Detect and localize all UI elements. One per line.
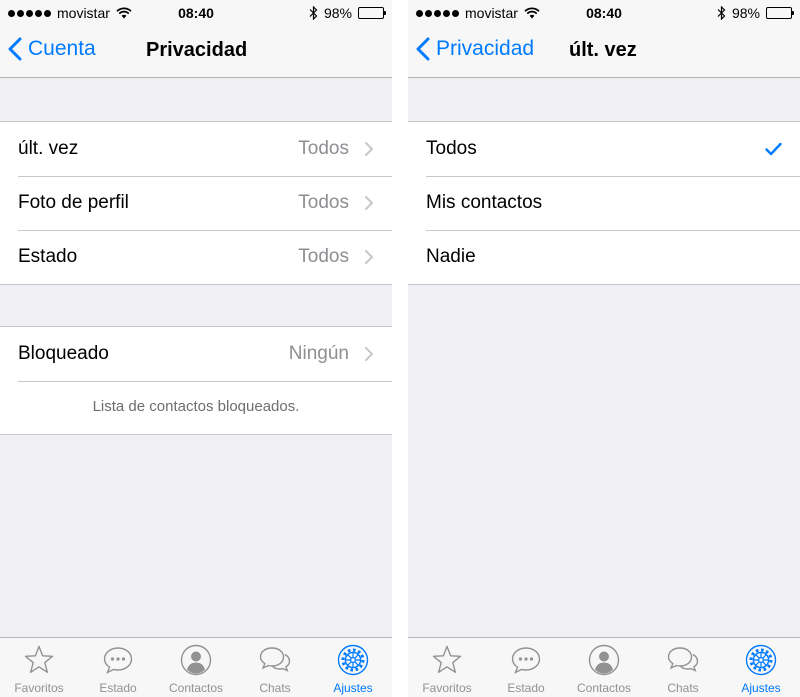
row-value: Ningún bbox=[288, 343, 349, 364]
last-seen-screen: movistar 08:40 98% Privacidad últ. vez T… bbox=[408, 0, 800, 697]
footnote-text: Lista de contactos bloqueados. bbox=[92, 398, 300, 415]
battery-percent: 98% bbox=[731, 5, 760, 21]
tab-label: Chats bbox=[667, 681, 699, 695]
chevron-left-icon bbox=[8, 37, 22, 61]
tab-chats[interactable]: Chats bbox=[644, 638, 722, 697]
back-button[interactable]: Privacidad bbox=[416, 37, 534, 61]
row-value: Todos bbox=[298, 246, 349, 267]
back-button[interactable]: Cuenta bbox=[8, 37, 96, 61]
tab-favorites[interactable]: Favoritos bbox=[408, 638, 486, 697]
tab-label: Estado bbox=[99, 681, 137, 695]
speech-bubble-icon bbox=[511, 647, 541, 674]
person-icon bbox=[588, 644, 620, 676]
row-value: Todos bbox=[298, 192, 349, 213]
option-label: Nadie bbox=[426, 246, 476, 267]
star-icon bbox=[432, 645, 462, 673]
row-label: Estado bbox=[18, 246, 78, 267]
tab-label: Ajustes bbox=[741, 681, 781, 695]
privacy-screen: movistar 08:40 98% Cuenta Privacidad últ… bbox=[0, 0, 392, 697]
tab-label: Favoritos bbox=[14, 681, 64, 695]
page-title: últ. vez bbox=[569, 39, 637, 61]
chevron-right-icon bbox=[365, 142, 373, 156]
screen-divider bbox=[392, 0, 408, 697]
tab-label: Ajustes bbox=[333, 681, 373, 695]
status-row[interactable]: Estado Todos bbox=[0, 230, 392, 284]
speech-bubble-icon bbox=[103, 647, 133, 674]
checkmark-icon bbox=[765, 142, 782, 156]
blocked-group: Bloqueado Ningún Lista de contactos bloq… bbox=[0, 326, 392, 435]
tab-bar: Favoritos Estado Contactos Chats Ajustes bbox=[0, 637, 392, 697]
tab-status[interactable]: Estado bbox=[79, 638, 157, 697]
chat-bubbles-icon bbox=[259, 647, 291, 672]
chevron-right-icon bbox=[365, 347, 373, 361]
tab-status[interactable]: Estado bbox=[487, 638, 565, 697]
option-everyone[interactable]: Todos bbox=[408, 122, 800, 176]
battery-group: 98% bbox=[717, 5, 794, 21]
blocked-row[interactable]: Bloqueado Ningún bbox=[0, 327, 392, 381]
blocked-footnote: Lista de contactos bloqueados. bbox=[0, 381, 392, 434]
option-nobody[interactable]: Nadie bbox=[408, 230, 800, 284]
star-icon bbox=[24, 645, 54, 673]
tab-settings[interactable]: Ajustes bbox=[722, 638, 800, 697]
status-bar: movistar 08:40 98% bbox=[0, 0, 392, 26]
tab-chats[interactable]: Chats bbox=[236, 638, 314, 697]
tab-favorites[interactable]: Favoritos bbox=[0, 638, 78, 697]
battery-icon bbox=[766, 7, 794, 19]
tab-label: Favoritos bbox=[422, 681, 472, 695]
last-seen-options-group: Todos Mis contactos Nadie bbox=[408, 121, 800, 285]
tab-label: Estado bbox=[507, 681, 545, 695]
last-seen-row[interactable]: últ. vez Todos bbox=[0, 122, 392, 176]
bluetooth-icon bbox=[717, 6, 726, 20]
navigation-bar: Privacidad últ. vez bbox=[408, 26, 800, 78]
gear-icon bbox=[745, 644, 777, 676]
tab-settings[interactable]: Ajustes bbox=[314, 638, 392, 697]
gear-icon bbox=[337, 644, 369, 676]
back-button-label: Cuenta bbox=[28, 37, 96, 60]
option-label: Mis contactos bbox=[426, 192, 543, 213]
status-bar: movistar 08:40 98% bbox=[408, 0, 800, 26]
bluetooth-icon bbox=[309, 6, 318, 20]
row-label: últ. vez bbox=[18, 138, 79, 159]
page-title: Privacidad bbox=[146, 39, 248, 61]
chevron-right-icon bbox=[365, 250, 373, 264]
battery-group: 98% bbox=[309, 5, 386, 21]
tab-bar: Favoritos Estado Contactos Chats Ajustes bbox=[408, 637, 800, 697]
back-button-label: Privacidad bbox=[436, 37, 535, 60]
chevron-left-icon bbox=[416, 37, 430, 61]
tab-label: Chats bbox=[259, 681, 291, 695]
battery-percent: 98% bbox=[323, 5, 352, 21]
row-label: Bloqueado bbox=[18, 343, 109, 364]
tab-label: Contactos bbox=[576, 681, 632, 695]
tab-contacts[interactable]: Contactos bbox=[157, 638, 235, 697]
chat-bubbles-icon bbox=[667, 647, 699, 672]
tab-label: Contactos bbox=[168, 681, 224, 695]
profile-photo-row[interactable]: Foto de perfil Todos bbox=[0, 176, 392, 230]
tab-contacts[interactable]: Contactos bbox=[565, 638, 643, 697]
option-my-contacts[interactable]: Mis contactos bbox=[408, 176, 800, 230]
battery-icon bbox=[358, 7, 386, 19]
person-icon bbox=[180, 644, 212, 676]
option-label: Todos bbox=[426, 138, 477, 159]
row-value: Todos bbox=[298, 138, 349, 159]
chevron-right-icon bbox=[365, 196, 373, 210]
privacy-settings-group: últ. vez Todos Foto de perfil Todos Esta… bbox=[0, 121, 392, 285]
navigation-bar: Cuenta Privacidad bbox=[0, 26, 392, 78]
row-label: Foto de perfil bbox=[18, 192, 129, 213]
